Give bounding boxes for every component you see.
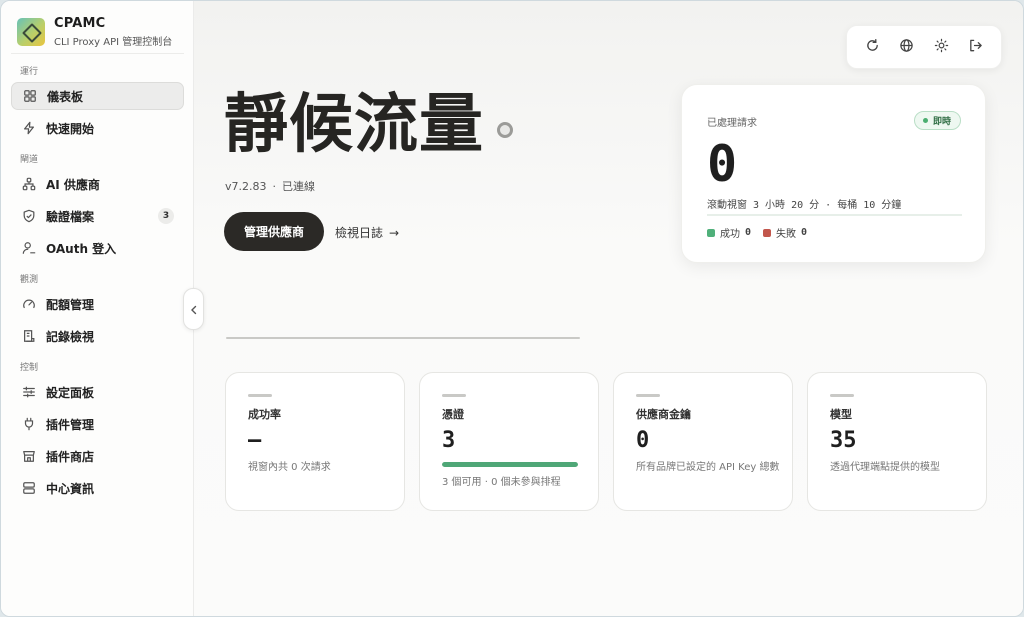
stat-value: 0 bbox=[636, 428, 650, 453]
logout-button[interactable] bbox=[965, 36, 987, 58]
live-dot-icon bbox=[922, 118, 928, 123]
sidebar-item-label: 插件管理 bbox=[46, 417, 95, 432]
shield-icon bbox=[22, 209, 36, 223]
arrow-right-icon: → bbox=[389, 226, 400, 240]
app-logo bbox=[17, 18, 45, 46]
window-info: 滾動視窗 3 小時 20 分 · 每桶 10 分鐘 bbox=[707, 200, 902, 211]
sidebar-item-ai-providers[interactable]: AI 供應商 bbox=[11, 170, 184, 198]
stat-card-provider-keys: 供應商金鑰 0 所有品牌已設定的 API Key 總數 bbox=[613, 372, 793, 511]
status-indicator bbox=[497, 122, 513, 138]
stat-desc: 透過代理端點提供的模型 bbox=[830, 462, 940, 473]
gauge-icon bbox=[22, 297, 36, 311]
stat-desc: 3 個可用 · 0 個未參與排程 bbox=[442, 477, 561, 488]
brand-subtitle: CLI Proxy API 管理控制台 bbox=[54, 37, 173, 48]
section-label-run: 運行 bbox=[20, 67, 39, 77]
fail-swatch bbox=[763, 228, 772, 237]
main-content: 靜候流量 v7.2.83 · 已連線 管理供應商 檢視日誌 → 已處理請求 即時 0 … bbox=[194, 1, 1023, 616]
stat-value: 3 bbox=[442, 428, 456, 453]
divider bbox=[11, 53, 184, 54]
version-line: v7.2.83 · 已連線 bbox=[225, 180, 315, 193]
success-swatch bbox=[707, 228, 715, 237]
requests-label: 已處理請求 bbox=[707, 118, 757, 129]
page-title: 靜候流量 bbox=[224, 87, 484, 162]
sidebar-item-center-info[interactable]: 中心資訊 bbox=[11, 474, 184, 502]
stat-card-credentials: 憑證 3 3 個可用 · 0 個未參與排程 bbox=[419, 372, 599, 511]
theme-button[interactable] bbox=[930, 36, 952, 58]
user-key-icon bbox=[22, 241, 36, 255]
sidebar-item-logs[interactable]: 記錄檢視 bbox=[11, 322, 184, 350]
stat-title: 憑證 bbox=[442, 408, 464, 421]
sidebar-item-label: 設定面板 bbox=[46, 385, 95, 400]
sidebar-item-quota[interactable]: 配額管理 bbox=[11, 290, 184, 318]
connection-status: 已連線 bbox=[282, 180, 315, 193]
stat-value: — bbox=[248, 428, 262, 453]
version-text: v7.2.83 bbox=[225, 180, 267, 193]
divider bbox=[226, 337, 580, 339]
requests-card: 已處理請求 即時 0 滾動視窗 3 小時 20 分 · 每桶 10 分鐘 成功 … bbox=[681, 84, 986, 263]
stat-desc: 所有品牌已設定的 API Key 總數 bbox=[636, 462, 780, 473]
fail-count: 0 bbox=[801, 227, 808, 238]
section-label-gateway: 閘道 bbox=[20, 155, 39, 165]
chevron-left-icon bbox=[189, 300, 199, 319]
sidebar-item-label: 插件商店 bbox=[46, 449, 95, 464]
sidebar-item-quick-start[interactable]: 快速開始 bbox=[11, 114, 184, 142]
sidebar-item-plugin-manage[interactable]: 插件管理 bbox=[11, 410, 184, 438]
grid-icon bbox=[23, 89, 37, 103]
live-badge: 即時 bbox=[913, 111, 961, 130]
toolbar bbox=[846, 25, 1002, 69]
stat-value: 35 bbox=[830, 428, 857, 453]
requests-count: 0 bbox=[707, 135, 738, 193]
stat-desc: 視窗內共 0 次請求 bbox=[248, 462, 331, 473]
brand-name: CPAMC bbox=[54, 16, 106, 31]
app-window: CPAMC CLI Proxy API 管理控制台 運行 儀表板 快速開始 閘道… bbox=[0, 0, 1024, 617]
refresh-icon bbox=[865, 38, 880, 57]
collapse-sidebar-button[interactable] bbox=[183, 288, 204, 330]
sidebar-item-label: OAuth 登入 bbox=[46, 241, 117, 256]
stat-card-models: 模型 35 透過代理端點提供的模型 bbox=[807, 372, 987, 511]
section-label-observe: 觀測 bbox=[20, 275, 39, 285]
lightning-icon bbox=[22, 121, 36, 135]
sidebar-item-settings[interactable]: 設定面板 bbox=[11, 378, 184, 406]
sidebar-item-label: 驗證檔案 bbox=[46, 209, 95, 224]
server-icon bbox=[22, 481, 36, 495]
brand[interactable]: CPAMC CLI Proxy API 管理控制台 bbox=[17, 16, 172, 48]
fail-label: 失敗 bbox=[776, 229, 797, 240]
sidebar-item-label: 中心資訊 bbox=[46, 481, 95, 496]
progress-fill bbox=[442, 462, 578, 467]
sidebar-item-dashboard[interactable]: 儀表板 bbox=[11, 82, 184, 110]
success-label: 成功 bbox=[720, 229, 740, 240]
sidebar-item-auth-files[interactable]: 驗證檔案 3 bbox=[11, 202, 184, 230]
sidebar-item-label: 配額管理 bbox=[46, 297, 95, 312]
sidebar-item-label: 記錄檢視 bbox=[46, 329, 95, 344]
sparkline-track bbox=[707, 214, 962, 216]
sliders-icon bbox=[22, 385, 36, 399]
stat-title: 供應商金鑰 bbox=[636, 408, 691, 421]
sidebar-item-label: 儀表板 bbox=[47, 89, 84, 104]
stat-title: 模型 bbox=[830, 408, 852, 421]
credentials-progress bbox=[442, 462, 578, 467]
sidebar-item-oauth-login[interactable]: OAuth 登入 bbox=[11, 234, 184, 262]
refresh-button[interactable] bbox=[861, 36, 883, 58]
sidebar-item-plugin-store[interactable]: 插件商店 bbox=[11, 442, 184, 470]
logout-icon bbox=[968, 38, 983, 57]
manage-providers-button[interactable]: 管理供應商 bbox=[224, 212, 324, 251]
store-icon bbox=[22, 449, 36, 463]
sidebar-item-label: 快速開始 bbox=[46, 121, 95, 136]
count-badge: 3 bbox=[158, 208, 174, 224]
plug-icon bbox=[22, 417, 36, 431]
language-button[interactable] bbox=[896, 36, 918, 58]
success-count: 0 bbox=[745, 227, 752, 238]
network-icon bbox=[22, 177, 36, 191]
legend: 成功 0 失敗 0 bbox=[707, 225, 819, 240]
section-label-control: 控制 bbox=[20, 363, 39, 373]
sidebar: CPAMC CLI Proxy API 管理控制台 運行 儀表板 快速開始 閘道… bbox=[1, 1, 194, 616]
globe-icon bbox=[899, 38, 914, 57]
stat-card-success-rate: 成功率 — 視窗內共 0 次請求 bbox=[225, 372, 405, 511]
sidebar-item-label: AI 供應商 bbox=[46, 177, 100, 192]
log-icon bbox=[22, 329, 36, 343]
stat-title: 成功率 bbox=[248, 408, 281, 421]
view-logs-link[interactable]: 檢視日誌 → bbox=[335, 224, 399, 241]
sun-icon bbox=[934, 38, 949, 57]
